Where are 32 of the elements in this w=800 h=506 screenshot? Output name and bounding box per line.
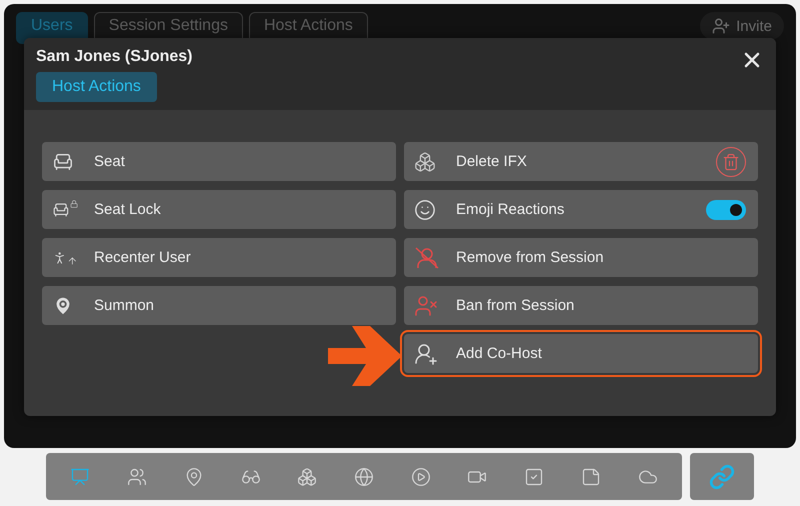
action-button[interactable]: Emoji Reactions: [404, 190, 758, 229]
action-button[interactable]: Delete IFX: [404, 142, 758, 181]
toggle-switch[interactable]: [706, 200, 746, 220]
action-button[interactable]: Recenter User: [42, 238, 396, 277]
users-icon[interactable]: [127, 466, 148, 486]
invite-button[interactable]: Invite: [700, 12, 784, 40]
trash-icon: [722, 152, 740, 170]
user-slash-icon: [414, 246, 440, 270]
cubes-icon[interactable]: [297, 466, 318, 486]
user-x-icon: [414, 294, 438, 318]
action-button[interactable]: Add Co-Host: [404, 334, 758, 373]
globe-icon[interactable]: [354, 466, 374, 486]
arrow-icon: [328, 326, 402, 386]
smiley-icon: [414, 198, 436, 220]
dialog-title: Sam Jones (SJones): [36, 48, 192, 66]
play-icon[interactable]: [410, 466, 431, 486]
sticky-note-icon[interactable]: [580, 466, 601, 486]
cubes-icon: [414, 150, 436, 172]
tab[interactable]: Host Actions: [36, 72, 157, 102]
link-button[interactable]: [690, 453, 754, 500]
location-pin-icon[interactable]: [184, 466, 204, 486]
delete-button[interactable]: [716, 146, 746, 176]
action-button[interactable]: Seat Lock: [42, 190, 396, 229]
presenter-icon[interactable]: [70, 466, 90, 486]
checkbox-icon[interactable]: [524, 466, 544, 486]
action-button[interactable]: Summon: [42, 286, 396, 325]
user-plus-icon: [414, 342, 438, 366]
action-button[interactable]: Seat: [42, 142, 396, 181]
link-icon: [709, 464, 735, 490]
action-button[interactable]: Remove from Session: [404, 238, 758, 277]
action-button[interactable]: Ban from Session: [404, 286, 758, 325]
user-plus-icon: [712, 17, 730, 35]
